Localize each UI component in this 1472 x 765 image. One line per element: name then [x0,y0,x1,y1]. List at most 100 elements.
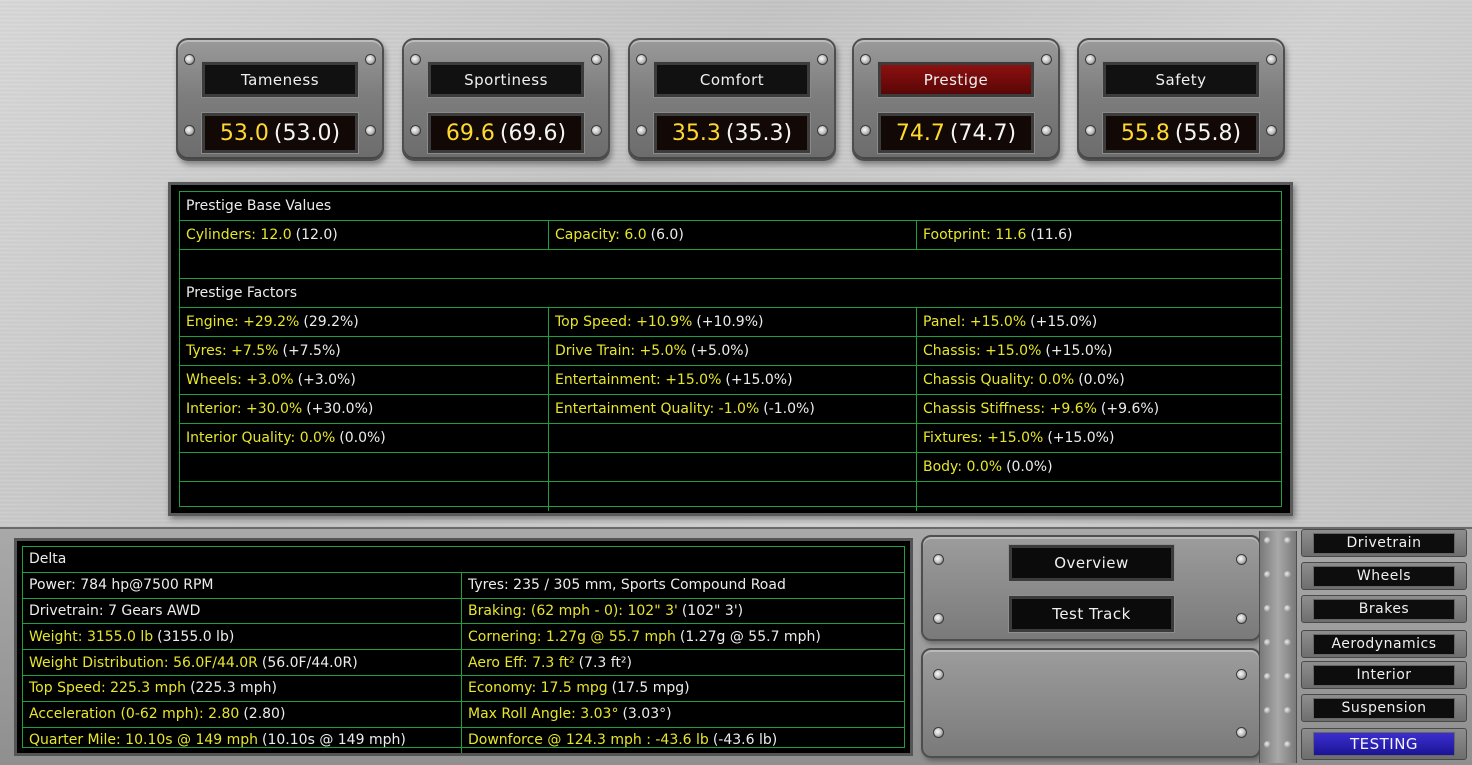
rating-plate-comfort: Comfort 35.3 (35.3) [628,38,836,161]
screw-icon [817,125,828,136]
factor-cell: Interior Quality: 0.0% (0.0%) [180,424,549,452]
stat-cell: Top Speed: 225.3 mph (225.3 mph) [23,675,462,701]
screw-icon [591,54,602,65]
screw-icon [636,54,647,65]
factor-label: Wheels: +3.0% [186,372,294,388]
tab-label[interactable]: Interior [1313,664,1455,686]
rating-value: 74.7 (74.7) [877,112,1035,154]
rating-value: 35.3 (35.3) [653,112,811,154]
stat-cell: Weight Distribution: 56.0F/44.0R (56.0F/4… [23,650,462,675]
rating-label: Safety [1102,61,1260,98]
stat-cell: Aero Eff: 7.3 ft² (7.3 ft²) [462,650,904,675]
screw-icon [933,727,944,738]
stat-label: Quarter Mile: 10.10s @ 149 mph [29,732,259,749]
stat-label: Power: 784 hp@7500 RPM [29,577,214,594]
overview-button[interactable]: Overview [1008,544,1175,582]
prestige-table: Prestige Base Values Cylinders: 12.0 (12.… [168,182,1293,516]
stat-label: Aero Eff: 7.3 ft² [468,654,575,671]
factor-paren: (+5.0%) [690,343,750,359]
screw-icon [365,125,376,136]
factor-label: Entertainment Quality: -1.0% [555,401,760,417]
stats-grid: Delta Power: 784 hp@7500 RPM Tyres: 235 … [22,546,905,754]
car-name: Delta [29,551,67,568]
stat-label: Braking: (62 mph - 0): 102" 3' [468,602,678,619]
factor-label: Engine: +29.2% [186,314,300,330]
tab-label[interactable]: Suspension [1313,697,1455,719]
factor-label: Entertainment: +15.0% [555,372,722,388]
base-value-cell: Footprint: 11.6 (11.6) [917,221,1281,249]
factor-paren: (0.0%) [1006,459,1053,475]
tab-wheels[interactable]: Wheels [1301,562,1467,590]
stat-cell: Drivetrain: 7 Gears AWD [23,598,462,624]
screw-icon [1236,554,1247,565]
tab-brakes[interactable]: Brakes [1301,595,1467,623]
tab-label[interactable]: Aerodynamics [1313,633,1455,655]
stat-cell: Power: 784 hp@7500 RPM [23,572,462,598]
factor-cell: Entertainment Quality: -1.0% (-1.0%) [549,395,917,423]
factor-cell-empty [549,453,917,481]
factor-cell: Body: 0.0% (0.0%) [917,453,1281,481]
rating-current: 35.3 [671,120,721,146]
rivet-icon [1284,673,1291,680]
stat-label: Acceleration (0-62 mph): 2.80 [29,706,240,723]
empty-plate [921,648,1261,758]
stat-paren: (-43.6 lb) [712,732,778,749]
factor-cell: Drive Train: +5.0% (+5.0%) [549,337,917,365]
base-value-paren: (6.0) [650,227,684,243]
screw-icon [860,125,871,136]
screw-icon [410,125,421,136]
screw-icon [1041,125,1052,136]
factor-cell-empty [180,453,549,481]
rating-label-active[interactable]: Prestige [877,61,1035,98]
stat-label: Top Speed: 225.3 mph [29,680,187,697]
factor-cell: Fixtures: +15.0% (+15.0%) [917,424,1281,452]
tab-label[interactable]: Drivetrain [1313,532,1455,554]
stat-cell: Max Roll Angle: 3.03° (3.03°) [462,702,904,727]
car-stats-table: Delta Power: 784 hp@7500 RPM Tyres: 235 … [14,538,913,756]
rating-current: 53.0 [219,120,269,146]
factor-paren: (+15.0%) [1045,343,1113,359]
tab-aerodynamics[interactable]: Aerodynamics [1301,630,1467,658]
factor-cell: Interior: +30.0% (+30.0%) [180,395,549,423]
rating-plate-prestige: Prestige 74.7 (74.7) [852,38,1060,161]
factor-cell: Chassis Quality: 0.0% (0.0%) [917,366,1281,394]
tab-label[interactable]: Brakes [1313,598,1455,620]
factor-paren: (+15.0%) [1047,430,1115,446]
rivet-icon [1284,571,1291,578]
stat-cell: Tyres: 235 / 305 mm, Sports Compound Roa… [462,573,904,598]
rivet-icon [1264,537,1271,544]
tab-drivetrain[interactable]: Drivetrain [1301,529,1467,557]
factor-cell-empty [180,482,549,511]
factor-label: Fixtures: +15.0% [923,430,1044,446]
factor-cell: Chassis: +15.0% (+15.0%) [917,337,1281,365]
nav-plate: Overview Test Track [921,535,1261,641]
stat-paren: (56.0F/44.0R) [261,654,358,671]
base-value-cell: Capacity: 6.0 (6.0) [549,221,917,249]
rating-plate-sportiness: Sportiness 69.6 (69.6) [402,38,610,161]
tab-label[interactable]: TESTING [1313,732,1455,756]
stat-cell: Economy: 17.5 mpg (17.5 mpg) [462,676,904,701]
factor-cell: Entertainment: +15.0% (+15.0%) [549,366,917,394]
tab-suspension[interactable]: Suspension [1301,694,1467,722]
screw-icon [410,54,421,65]
tab-testing[interactable]: TESTING [1301,728,1467,760]
factor-paren: (+7.5%) [282,343,341,359]
tab-label[interactable]: Wheels [1313,565,1455,587]
test-track-button[interactable]: Test Track [1008,595,1175,633]
factor-paren: (+10.9%) [696,314,764,330]
factor-paren: (+9.6%) [1100,401,1160,417]
factor-label: Chassis Quality: 0.0% [923,372,1075,388]
base-value-label: Footprint: 11.6 [923,227,1027,243]
factor-cell-empty [549,482,917,511]
rating-current: 55.8 [1120,120,1170,146]
stat-label: Max Roll Angle: 3.03° [468,706,619,723]
tab-rail [1259,531,1297,763]
screw-icon [1266,54,1277,65]
tab-interior[interactable]: Interior [1301,661,1467,689]
stat-paren: (102" 3') [681,602,744,619]
factor-label: Drive Train: +5.0% [555,343,687,359]
screw-icon [184,125,195,136]
stat-label: Weight Distribution: 56.0F/44.0R [29,654,258,671]
screw-icon [1085,54,1096,65]
rating-plate-safety: Safety 55.8 (55.8) [1077,38,1285,161]
